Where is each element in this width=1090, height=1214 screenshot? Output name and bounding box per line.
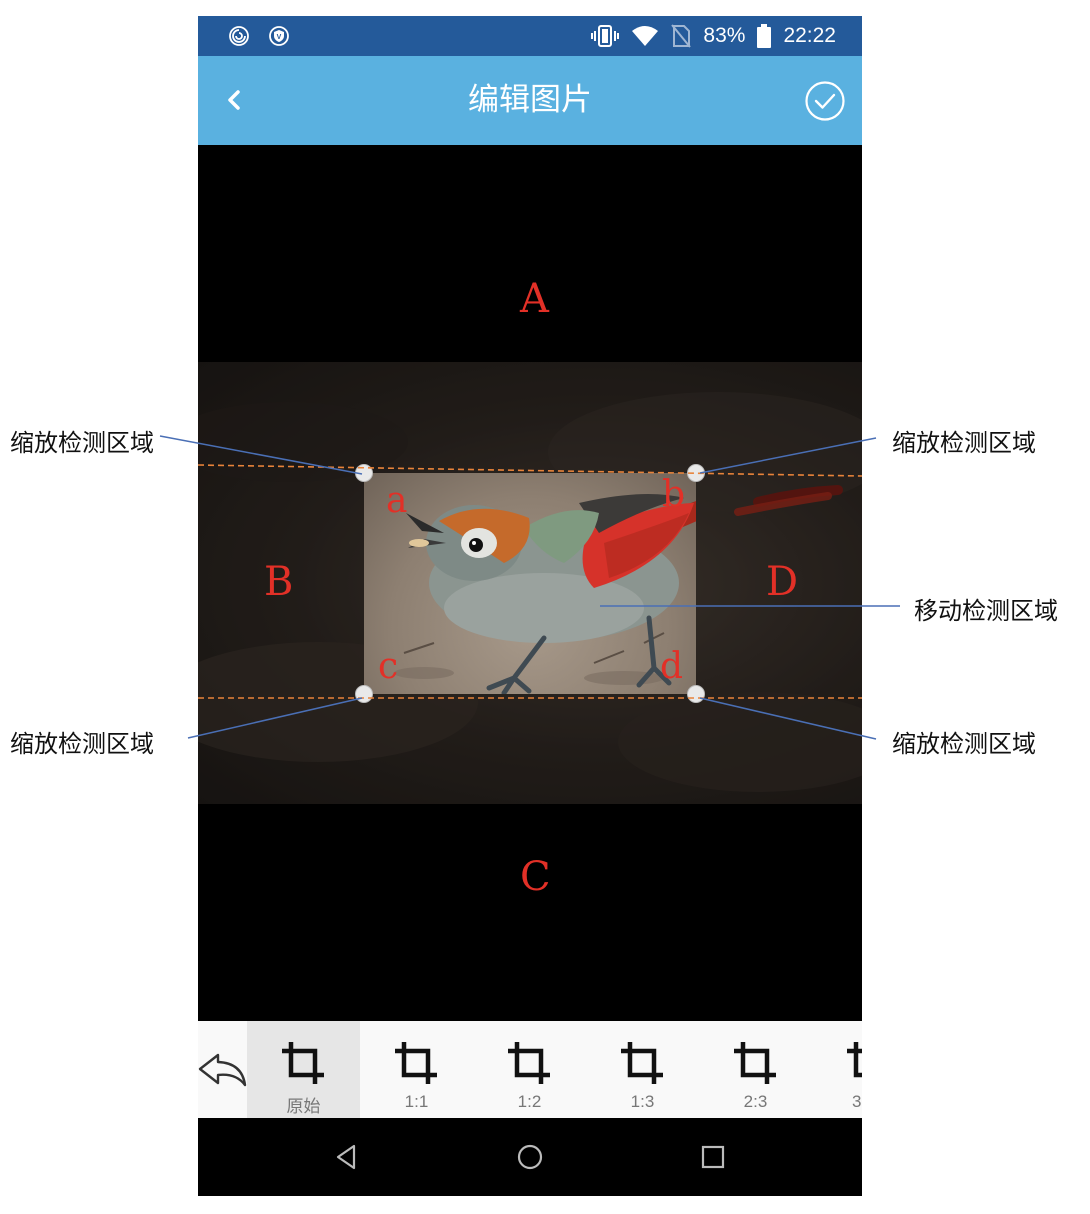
corner-label-top-right: b bbox=[662, 474, 686, 515]
corner-label-bottom-left: c bbox=[378, 646, 399, 687]
crop-handle-bottom-left[interactable] bbox=[355, 685, 373, 703]
ratio-label: 3 bbox=[852, 1092, 862, 1111]
ratio-label: 原始 bbox=[286, 1097, 321, 1116]
phone-screen: V 83% 22:22 编辑图片 A C B D a b c d 原始 1:1 … bbox=[198, 16, 862, 1196]
ratio-label: 1:2 bbox=[517, 1092, 542, 1111]
clock: 22:22 bbox=[783, 24, 836, 47]
annotation-move-area: 移动检测区域 bbox=[914, 597, 1058, 625]
annotation-scale-top-left: 缩放检测区域 bbox=[10, 429, 154, 457]
back-button[interactable] bbox=[216, 80, 256, 120]
nav-recents-button[interactable] bbox=[698, 1142, 728, 1172]
navigation-bar bbox=[198, 1118, 862, 1196]
ratio-1-1[interactable]: 1:1 bbox=[360, 1021, 473, 1118]
ratio-3-partial[interactable]: 3 bbox=[812, 1021, 862, 1118]
status-right: 83% 22:22 bbox=[591, 16, 836, 56]
crop-icon bbox=[282, 1042, 324, 1084]
zone-label-bottom: C bbox=[520, 854, 551, 900]
zone-label-left: B bbox=[264, 559, 294, 605]
bird-image bbox=[394, 494, 696, 694]
crop-handle-top-right[interactable] bbox=[687, 464, 705, 482]
ratio-label: 2:3 bbox=[743, 1092, 768, 1111]
corner-label-bottom-right: d bbox=[660, 646, 684, 687]
dim-bottom bbox=[198, 694, 862, 804]
crop-box[interactable]: a b c d bbox=[364, 473, 696, 694]
no-sim-icon bbox=[671, 24, 692, 48]
crop-icon bbox=[847, 1042, 862, 1078]
annotation-scale-bottom-right: 缩放检测区域 bbox=[892, 730, 1036, 758]
ratio-1-3[interactable]: 1:3 bbox=[586, 1021, 699, 1118]
swirl-app-icon bbox=[229, 26, 249, 46]
crop-handle-top-left[interactable] bbox=[355, 464, 373, 482]
annotated-screenshot: V 83% 22:22 编辑图片 A C B D a b c d 原始 1:1 … bbox=[0, 0, 1090, 1214]
dim-top bbox=[198, 362, 862, 473]
vpn-shield-icon: V bbox=[269, 26, 289, 46]
status-bar: V 83% 22:22 bbox=[198, 16, 862, 56]
zone-label-top: A bbox=[520, 276, 549, 322]
ratio-1-2[interactable]: 1:2 bbox=[473, 1021, 586, 1118]
battery-percent: 83% bbox=[703, 24, 746, 47]
nav-back-button[interactable] bbox=[332, 1142, 362, 1172]
ratio-original[interactable]: 原始 bbox=[247, 1021, 360, 1118]
confirm-button[interactable] bbox=[804, 80, 846, 122]
undo-button[interactable] bbox=[198, 1049, 248, 1089]
crop-icon bbox=[621, 1042, 663, 1084]
zone-label-right: D bbox=[766, 559, 799, 605]
crop-icon bbox=[734, 1042, 776, 1084]
ratio-2-3[interactable]: 2:3 bbox=[699, 1021, 812, 1118]
crop-icon bbox=[395, 1042, 437, 1084]
photo: B D a b c d bbox=[198, 362, 862, 804]
nav-home-button[interactable] bbox=[515, 1142, 545, 1172]
annotation-scale-bottom-left: 缩放检测区域 bbox=[10, 730, 154, 758]
vibrate-icon bbox=[591, 25, 620, 47]
app-bar: 编辑图片 bbox=[198, 56, 862, 145]
page-title: 编辑图片 bbox=[468, 82, 592, 118]
annotation-scale-top-right: 缩放检测区域 bbox=[892, 429, 1036, 457]
svg-text:V: V bbox=[277, 34, 282, 41]
ratio-label: 1:3 bbox=[630, 1092, 655, 1111]
wifi-icon bbox=[632, 26, 659, 46]
crop-icon bbox=[508, 1042, 550, 1084]
crop-ratio-toolbar: 原始 1:1 1:2 1:3 2:3 3 bbox=[198, 1021, 862, 1118]
crop-handle-bottom-right[interactable] bbox=[687, 685, 705, 703]
corner-label-top-left: a bbox=[386, 480, 408, 521]
battery-icon bbox=[757, 24, 772, 48]
ratio-label: 1:1 bbox=[404, 1092, 429, 1111]
image-editor: A C B D a b c d bbox=[198, 145, 862, 1021]
